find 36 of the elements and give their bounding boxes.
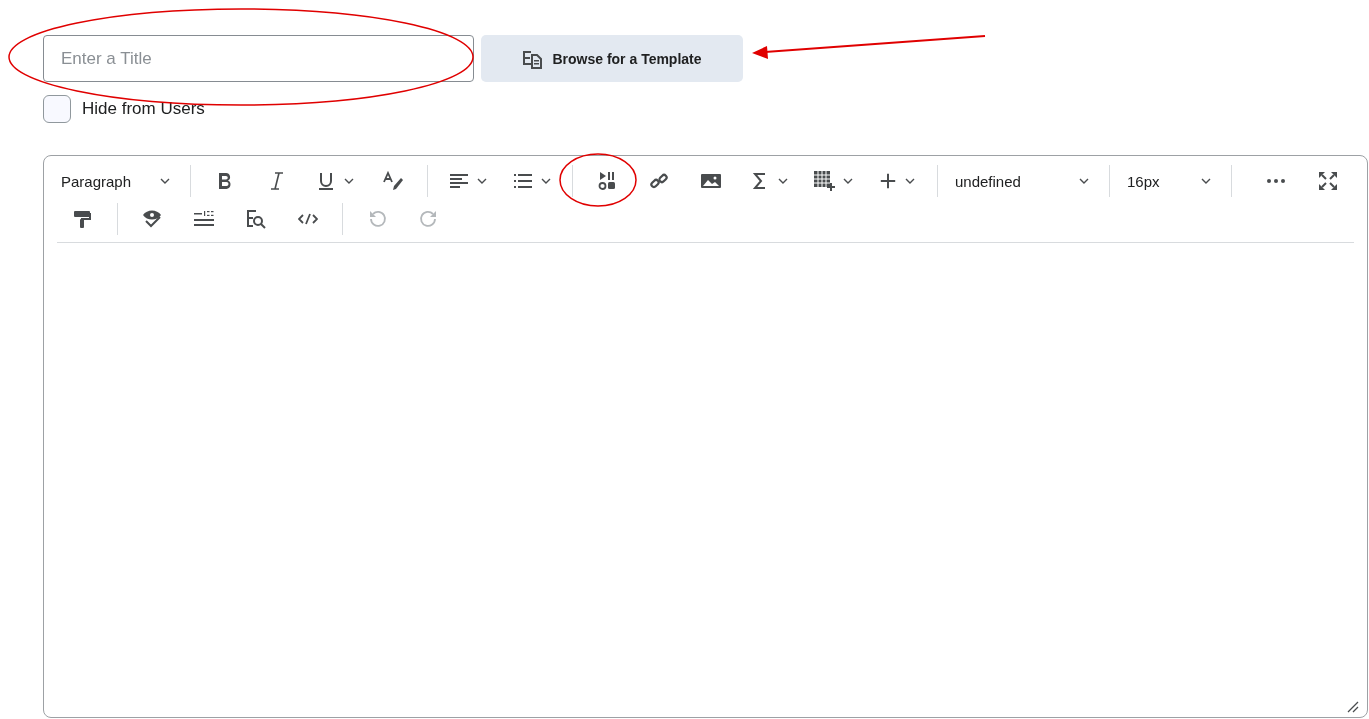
code-icon xyxy=(298,212,318,226)
format-dropdown[interactable]: Paragraph xyxy=(52,164,182,198)
size-dropdown[interactable]: 16px xyxy=(1118,164,1223,198)
font-dropdown[interactable]: undefined xyxy=(946,164,1101,198)
caret-icon xyxy=(778,178,788,184)
browse-template-button[interactable]: Browse for a Template xyxy=(481,35,743,82)
caret-icon xyxy=(477,178,487,184)
media-shapes-icon xyxy=(597,171,617,191)
list-icon xyxy=(513,171,533,191)
fullscreen-icon xyxy=(1318,171,1338,191)
underline-icon xyxy=(316,171,336,191)
more-icon xyxy=(1266,178,1286,184)
caret-icon xyxy=(905,178,915,184)
image-icon xyxy=(700,171,722,191)
undo-icon xyxy=(367,209,387,229)
resize-grip-icon[interactable] xyxy=(1347,701,1359,713)
link-icon xyxy=(649,171,669,191)
paint-roller-icon xyxy=(73,209,93,229)
table-icon xyxy=(813,170,835,192)
letter-brush-icon xyxy=(382,171,404,191)
title-field[interactable]: Enter a Title xyxy=(43,35,474,82)
caret-icon xyxy=(160,178,170,184)
caret-icon xyxy=(541,178,551,184)
checkbox[interactable] xyxy=(43,95,71,123)
eye-check-icon xyxy=(141,209,163,229)
align-left-icon xyxy=(449,171,469,191)
plus-icon xyxy=(879,172,897,190)
caret-icon xyxy=(344,178,354,184)
lines-numbers-icon xyxy=(193,209,215,229)
caret-icon xyxy=(843,178,853,184)
caret-icon xyxy=(1079,178,1089,184)
caret-icon xyxy=(1201,178,1211,184)
checkbox-label: Hide from Users xyxy=(82,99,205,119)
redo-icon xyxy=(419,209,439,229)
template-icon xyxy=(522,48,543,69)
find-document-icon xyxy=(245,209,267,229)
